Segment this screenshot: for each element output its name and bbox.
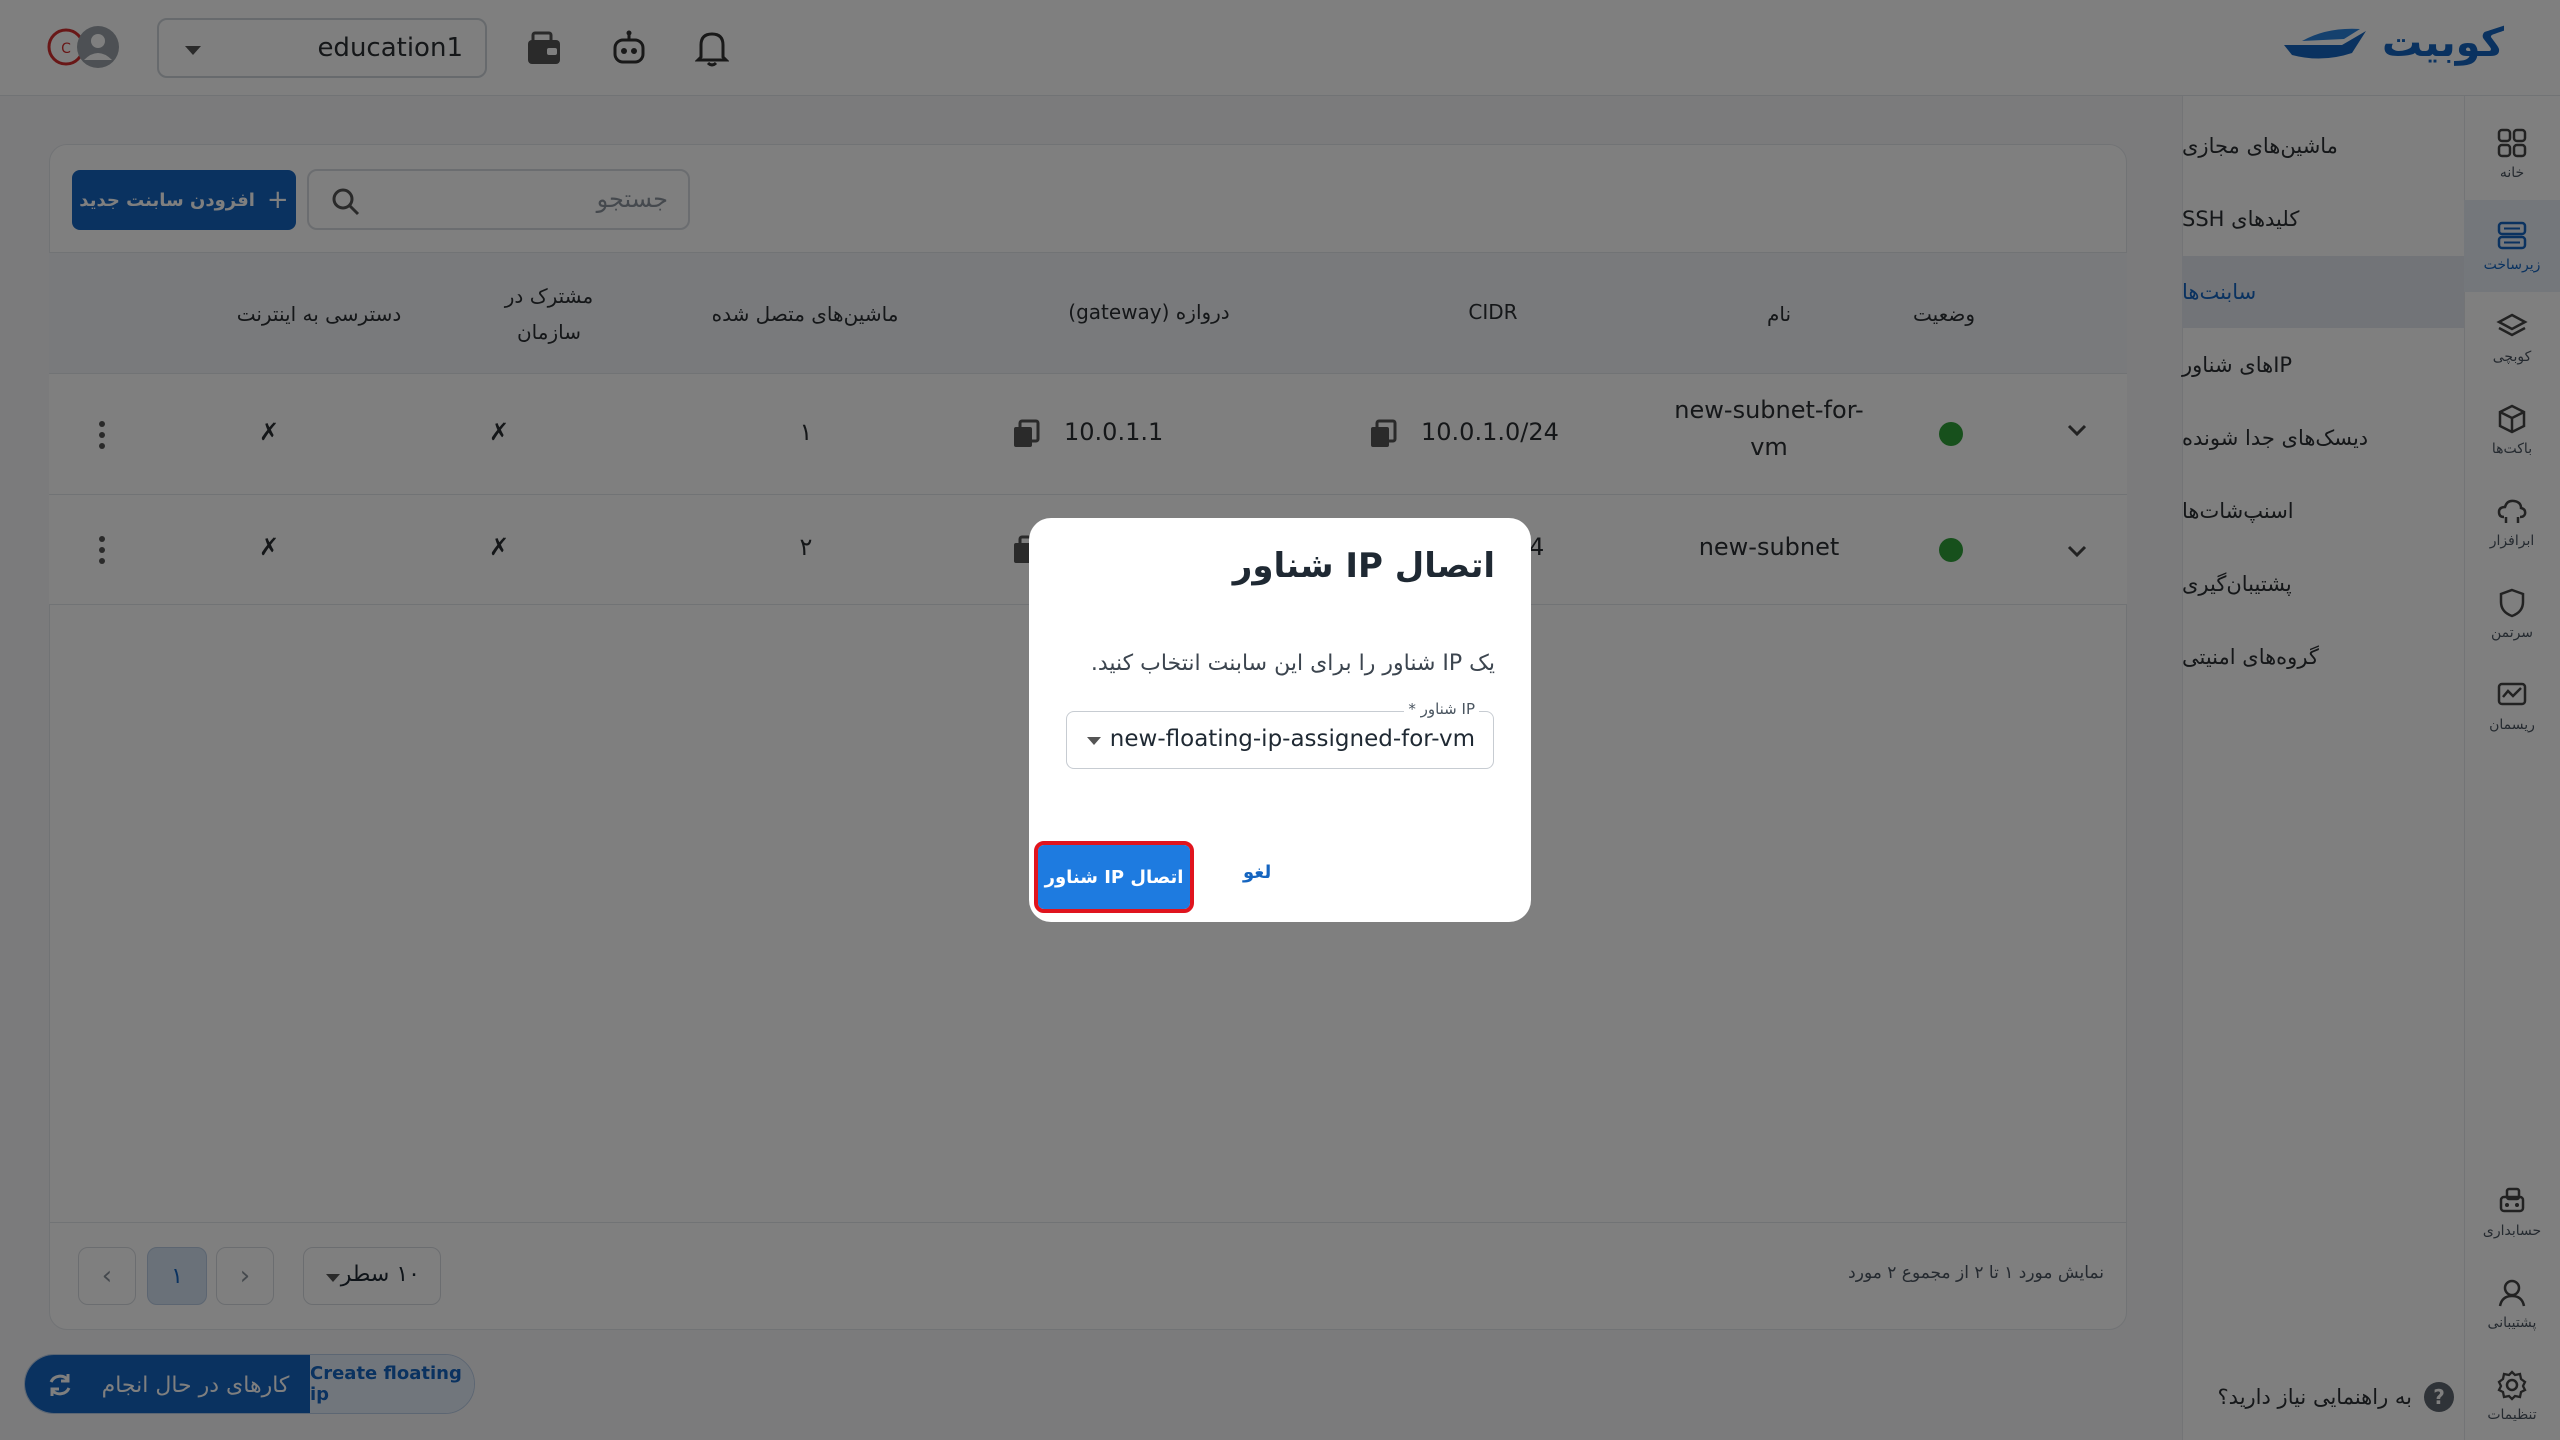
floating-ip-select[interactable]: IP شناور * new-floating-ip-assigned-for-… bbox=[1066, 700, 1494, 769]
attach-floating-ip-button[interactable]: اتصال IP شناور bbox=[1034, 841, 1194, 913]
cancel-button[interactable]: لغو bbox=[1243, 862, 1271, 883]
dialog-title: اتصال IP شناور bbox=[1232, 546, 1495, 586]
floating-ip-value: new-floating-ip-assigned-for-vm bbox=[1109, 726, 1475, 752]
attach-button-label: اتصال IP شناور bbox=[1044, 866, 1184, 888]
chevron-down-icon bbox=[1087, 737, 1101, 745]
floating-ip-label: IP شناور * bbox=[1404, 700, 1479, 718]
dialog-description: یک IP شناور را برای این سابنت انتخاب کنی… bbox=[1090, 651, 1495, 676]
attach-floating-ip-dialog: اتصال IP شناور یک IP شناور را برای این س… bbox=[1029, 518, 1531, 922]
